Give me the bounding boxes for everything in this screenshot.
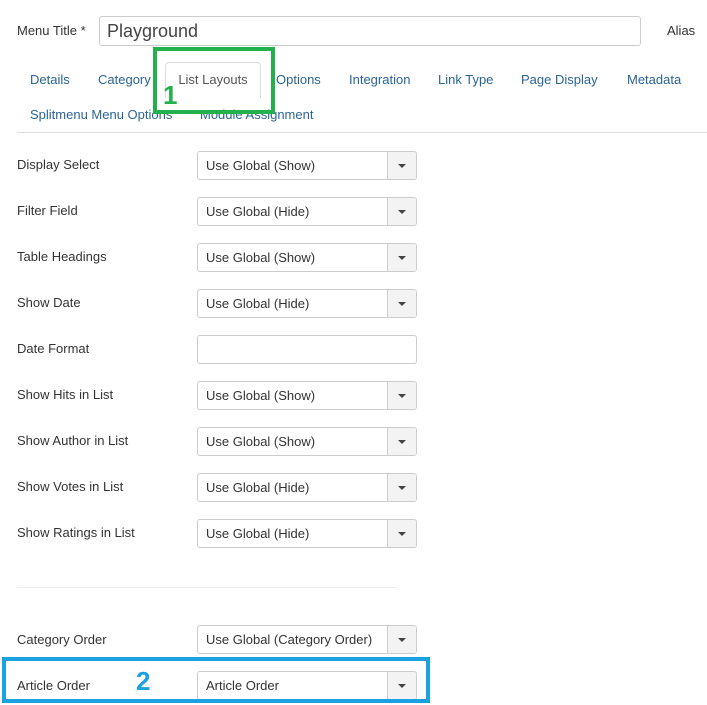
show-hits-label: Show Hits in List <box>17 387 114 402</box>
annotation-box-2 <box>2 657 430 703</box>
tabs-divider <box>17 132 707 133</box>
show-ratings-value: Use Global (Hide) <box>206 526 310 541</box>
show-hits-value: Use Global (Show) <box>206 388 316 403</box>
section-divider <box>17 587 397 588</box>
tab-link-type[interactable]: Link Type <box>438 72 493 87</box>
caret-down-icon <box>398 531 406 536</box>
tab-options[interactable]: Options <box>276 72 321 87</box>
show-votes-label: Show Votes in List <box>17 479 124 494</box>
caret-down-icon <box>398 637 406 642</box>
menu-title-input[interactable] <box>99 16 641 46</box>
dropdown-toggle[interactable] <box>387 474 416 501</box>
display-select-value: Use Global (Show) <box>206 158 316 173</box>
date-format-input[interactable] <box>197 335 417 364</box>
table-headings-value: Use Global (Show) <box>206 250 316 265</box>
tab-details[interactable]: Details <box>30 72 70 87</box>
category-order-value: Use Global (Category Order) <box>206 632 373 647</box>
display-select-dropdown[interactable]: Use Global (Show) <box>197 151 417 180</box>
filter-field-dropdown[interactable]: Use Global (Hide) <box>197 197 417 226</box>
dropdown-toggle[interactable] <box>387 626 416 653</box>
date-format-label: Date Format <box>17 341 90 356</box>
dropdown-toggle[interactable] <box>387 428 416 455</box>
show-date-value: Use Global (Hide) <box>206 296 310 311</box>
tab-page-display[interactable]: Page Display <box>521 72 598 87</box>
dropdown-toggle[interactable] <box>387 382 416 409</box>
show-author-value: Use Global (Show) <box>206 434 316 449</box>
caret-down-icon <box>398 393 406 398</box>
show-author-label: Show Author in List <box>17 433 129 448</box>
table-headings-dropdown[interactable]: Use Global (Show) <box>197 243 417 272</box>
dropdown-toggle[interactable] <box>387 520 416 547</box>
annotation-marker-2: 2 <box>136 666 151 696</box>
show-votes-dropdown[interactable]: Use Global (Hide) <box>197 473 417 502</box>
show-author-dropdown[interactable]: Use Global (Show) <box>197 427 417 456</box>
caret-down-icon <box>398 163 406 168</box>
filter-field-value: Use Global (Hide) <box>206 204 310 219</box>
caret-down-icon <box>398 209 406 214</box>
show-votes-value: Use Global (Hide) <box>206 480 310 495</box>
tab-category[interactable]: Category <box>98 72 151 87</box>
show-hits-dropdown[interactable]: Use Global (Show) <box>197 381 417 410</box>
show-ratings-label: Show Ratings in List <box>17 525 135 540</box>
tab-splitmenu-menu-options[interactable]: Splitmenu Menu Options <box>30 107 172 122</box>
tab-integration[interactable]: Integration <box>349 72 410 87</box>
display-select-label: Display Select <box>17 157 100 172</box>
show-date-dropdown[interactable]: Use Global (Hide) <box>197 289 417 318</box>
table-headings-label: Table Headings <box>17 249 107 264</box>
menu-title-label: Menu Title * <box>17 23 86 38</box>
caret-down-icon <box>398 485 406 490</box>
category-order-dropdown[interactable]: Use Global (Category Order) <box>197 625 417 654</box>
caret-down-icon <box>398 439 406 444</box>
show-date-label: Show Date <box>17 295 81 310</box>
caret-down-icon <box>398 255 406 260</box>
dropdown-toggle[interactable] <box>387 152 416 179</box>
caret-down-icon <box>398 301 406 306</box>
dropdown-toggle[interactable] <box>387 290 416 317</box>
dropdown-toggle[interactable] <box>387 244 416 271</box>
tab-metadata[interactable]: Metadata <box>627 72 681 87</box>
alias-label: Alias <box>667 23 696 38</box>
filter-field-label: Filter Field <box>17 203 78 218</box>
category-order-label: Category Order <box>17 632 107 647</box>
dropdown-toggle[interactable] <box>387 198 416 225</box>
show-ratings-dropdown[interactable]: Use Global (Hide) <box>197 519 417 548</box>
annotation-marker-1: 1 <box>163 80 178 110</box>
